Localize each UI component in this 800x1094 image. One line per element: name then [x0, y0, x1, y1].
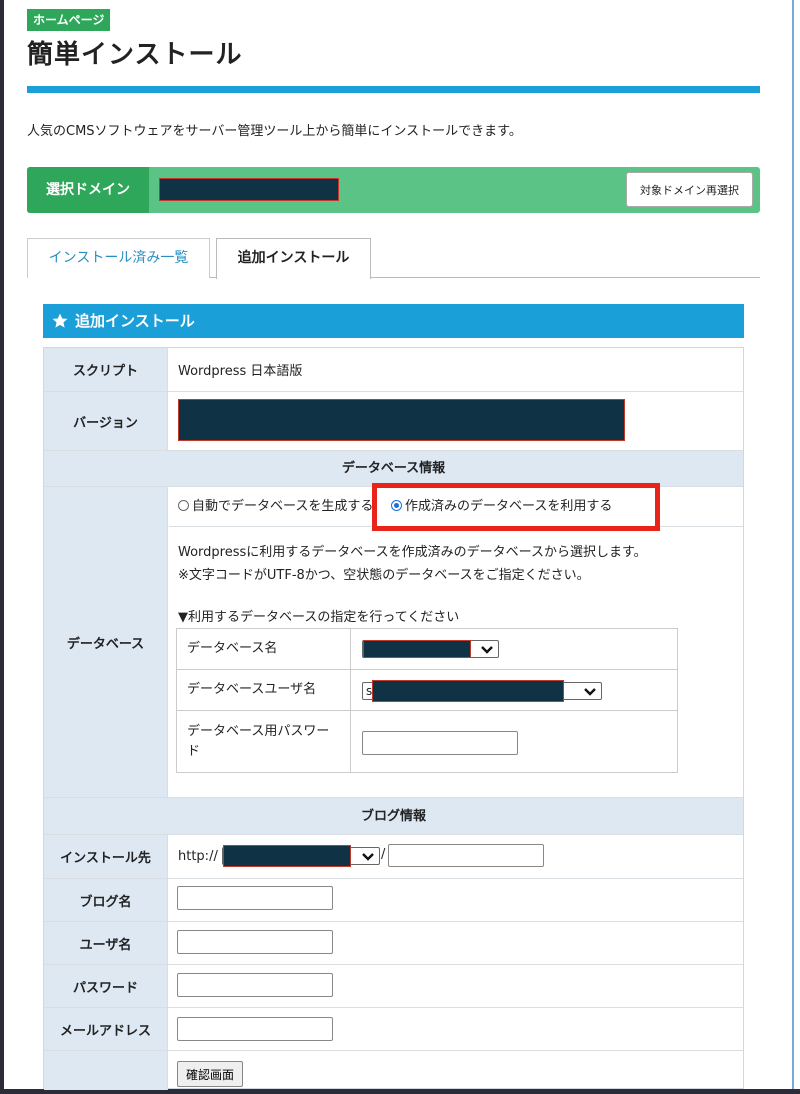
install-domain-select[interactable]	[222, 845, 380, 867]
tab-installed-list[interactable]: インストール済み一覧	[27, 238, 210, 278]
selected-domain-value-redacted	[159, 178, 339, 201]
blog-name-input[interactable]	[177, 886, 333, 910]
selected-domain-bar: 選択ドメイン 対象ドメイン再選択	[27, 167, 760, 213]
tab-add-install[interactable]: 追加インストール	[216, 238, 371, 279]
row-db-name: データベース名	[177, 629, 677, 670]
row-script: スクリプト Wordpress 日本語版	[44, 348, 743, 392]
db-note-1: Wordpressに利用するデータベースを作成済みのデータベースから選択します。	[178, 545, 647, 560]
db-password-label: データベース用パスワード	[177, 711, 351, 772]
row-db-user: データベースユーザ名 s	[177, 670, 677, 711]
database-label: データベース	[44, 487, 168, 797]
script-value: Wordpress 日本語版	[178, 364, 303, 379]
db-user-label: データベースユーザ名	[177, 670, 351, 710]
database-section-header: データベース情報	[44, 451, 743, 487]
reselect-domain-button[interactable]: 対象ドメイン再選択	[626, 172, 753, 207]
install-url-slash: /	[381, 847, 386, 862]
tab-bar: インストール済み一覧 追加インストール	[27, 238, 760, 279]
star-icon	[52, 313, 68, 328]
page-title: 簡単インストール	[27, 40, 243, 70]
panel-header: 追加インストール	[43, 304, 744, 338]
db-password-input[interactable]	[362, 731, 518, 755]
radio-auto-create-db-circle[interactable]	[178, 500, 189, 511]
db-name-value-redacted	[363, 640, 471, 658]
radio-auto-create-db[interactable]: 自動でデータベースを生成する	[178, 499, 373, 514]
row-blog-name: ブログ名	[44, 879, 743, 922]
db-user-select[interactable]: s	[362, 680, 602, 702]
install-to-label: インストール先	[44, 835, 168, 878]
row-user-name: ユーザ名	[44, 922, 743, 965]
email-input[interactable]	[177, 1017, 333, 1041]
row-submit	[44, 1051, 743, 1090]
highlight-existing-db-option	[372, 483, 660, 531]
blog-section-header: ブログ情報	[44, 798, 743, 835]
section-badge: ホームページ	[27, 9, 111, 31]
email-label: メールアドレス	[44, 1008, 168, 1050]
install-domain-value-redacted	[223, 845, 351, 867]
radio-auto-create-db-label: 自動でデータベースを生成する	[192, 499, 374, 514]
install-url-prefix: http://	[178, 849, 218, 864]
version-label: バージョン	[44, 392, 168, 450]
submit-label-cell	[44, 1051, 168, 1090]
page-description: 人気のCMSソフトウェアをサーバー管理ツール上から簡単にインストールできます。	[27, 124, 522, 139]
user-name-input[interactable]	[177, 930, 333, 954]
database-spec-table: データベース名 データベースユーザ名 s データベース用パスワード	[176, 628, 678, 773]
db-note-2: ※文字コードがUTF-8かつ、空状態のデータベースをご指定ください。	[178, 568, 590, 583]
blog-name-label: ブログ名	[44, 879, 168, 921]
script-label: スクリプト	[44, 348, 168, 391]
row-password: パスワード	[44, 965, 743, 1008]
panel-title: 追加インストール	[75, 312, 195, 330]
user-name-label: ユーザ名	[44, 922, 168, 964]
chevron-down-icon	[362, 853, 374, 861]
db-name-select[interactable]	[362, 640, 499, 658]
password-label: パスワード	[44, 965, 168, 1007]
title-divider	[27, 86, 760, 93]
row-version: バージョン	[44, 392, 743, 451]
row-email: メールアドレス	[44, 1008, 743, 1051]
version-value-redacted	[178, 399, 625, 441]
row-db-password: データベース用パスワード	[177, 711, 677, 772]
chevron-down-icon	[481, 646, 493, 654]
install-path-input[interactable]	[388, 844, 544, 867]
password-input[interactable]	[177, 973, 333, 997]
confirm-button[interactable]: 確認画面	[177, 1061, 243, 1087]
chevron-down-icon	[584, 688, 596, 696]
db-instruction: ▼利用するデータベースの指定を行ってください	[178, 610, 460, 625]
db-user-value-redacted	[372, 680, 564, 702]
selected-domain-label: 選択ドメイン	[27, 167, 149, 213]
db-name-label: データベース名	[177, 629, 351, 669]
